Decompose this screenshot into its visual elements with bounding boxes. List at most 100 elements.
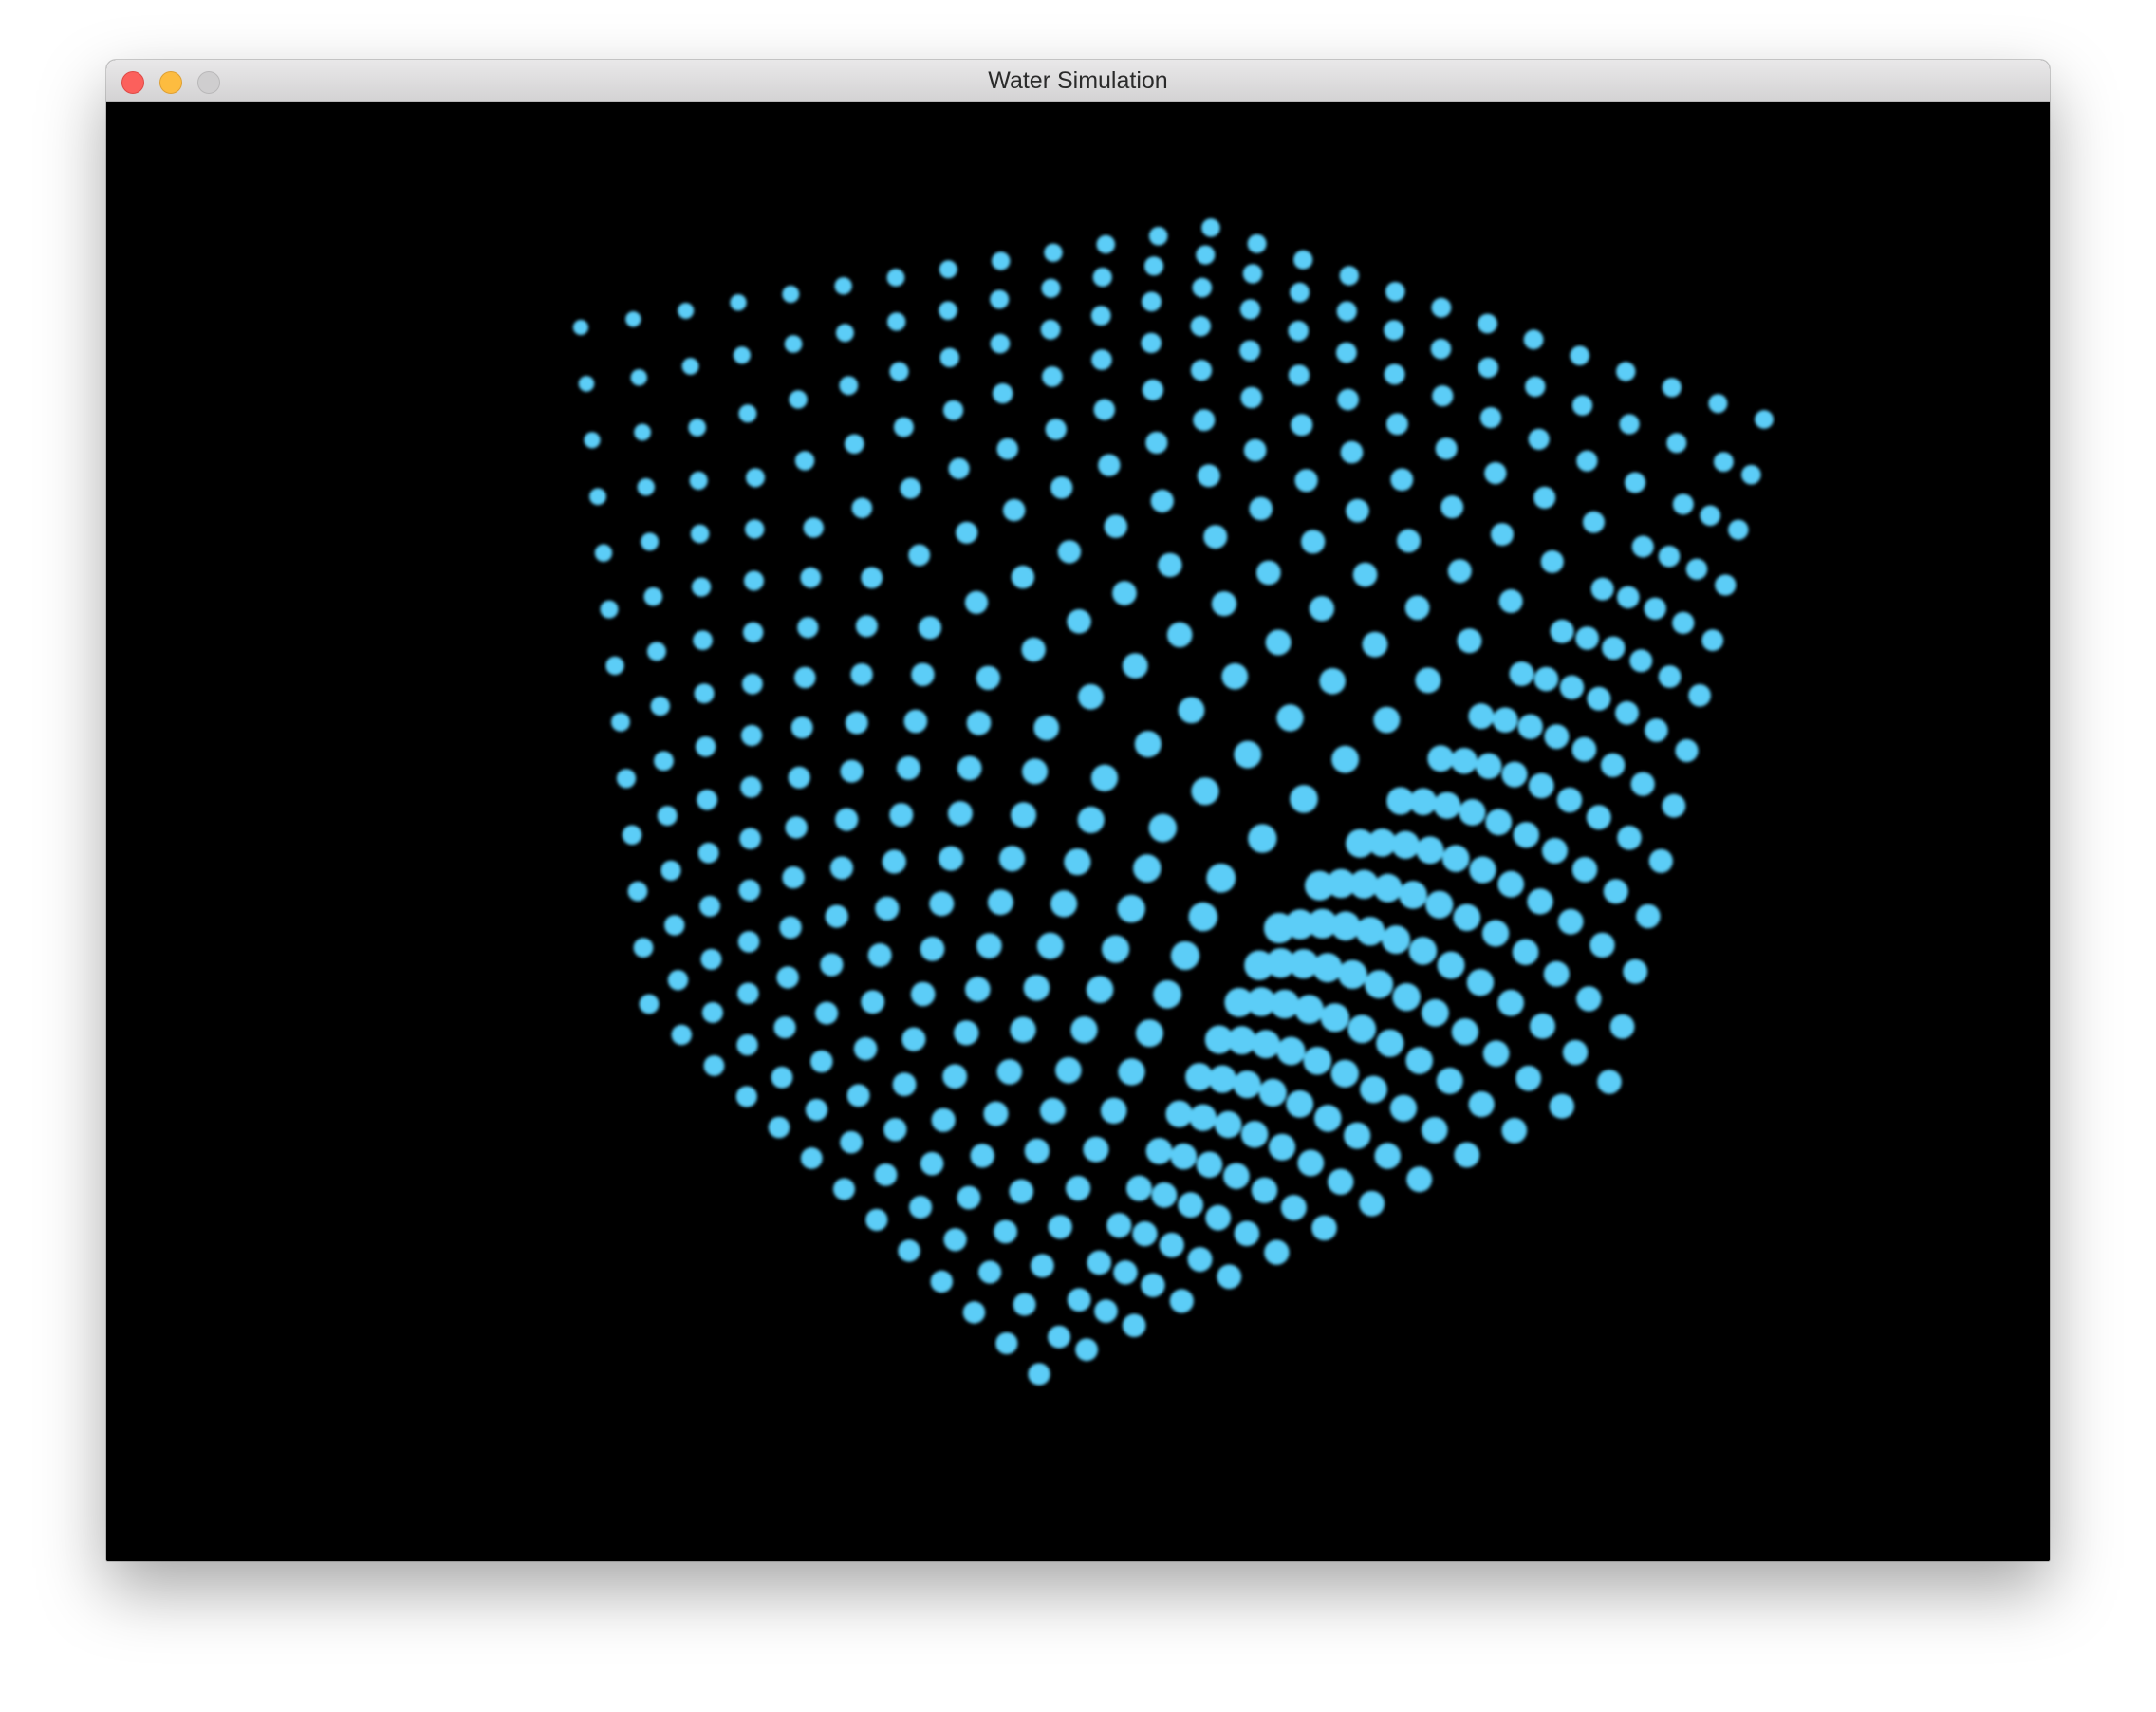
water-particle (1715, 574, 1737, 596)
water-particle (1658, 665, 1682, 688)
water-particle (1355, 917, 1385, 946)
water-particle (1457, 628, 1482, 654)
water-particle (1122, 653, 1148, 679)
water-particle (1294, 469, 1318, 493)
water-particle (875, 896, 900, 921)
water-particle (1384, 363, 1405, 385)
water-particle (1290, 282, 1310, 303)
water-particle (1142, 379, 1163, 400)
water-particle (803, 517, 824, 538)
water-particle (1422, 998, 1449, 1027)
water-particle (1644, 597, 1666, 620)
water-particle (1249, 496, 1273, 521)
water-particle (867, 943, 892, 967)
water-particle (1045, 419, 1067, 440)
water-particle (1497, 989, 1524, 1016)
water-particle (996, 1059, 1023, 1085)
water-particle (1036, 932, 1064, 959)
water-particle (815, 1001, 839, 1025)
water-particle (1196, 245, 1216, 265)
water-particle (943, 1228, 967, 1252)
water-particle (639, 994, 660, 1014)
water-particle (634, 423, 651, 441)
water-particle (994, 1219, 1017, 1244)
water-particle (1559, 675, 1585, 699)
water-particle (990, 289, 1010, 309)
water-particle (1178, 1192, 1204, 1219)
water-particle (1362, 631, 1388, 658)
water-particle (1374, 1143, 1402, 1169)
water-particle (1243, 438, 1267, 462)
water-particle (735, 1086, 757, 1107)
water-particle (1436, 1068, 1463, 1094)
water-particle (1623, 958, 1648, 984)
water-particle (874, 1163, 898, 1186)
water-particle (1675, 738, 1699, 763)
water-particle (694, 683, 715, 704)
water-particle (1501, 761, 1528, 788)
water-particle (1314, 1105, 1342, 1132)
water-particle (785, 816, 808, 839)
water-particle (771, 1066, 793, 1089)
water-particle (689, 471, 708, 491)
water-particle (1196, 1151, 1223, 1179)
water-particle (1178, 697, 1205, 724)
water-particle (1348, 1014, 1377, 1044)
water-particle (939, 347, 959, 367)
water-particle (1205, 1204, 1232, 1231)
water-particle (835, 324, 854, 343)
water-particle (919, 616, 941, 640)
water-particle (1492, 707, 1518, 733)
water-particle (1143, 256, 1164, 276)
water-particle (833, 1178, 855, 1200)
water-particle (1549, 1093, 1574, 1119)
water-particle (1478, 313, 1497, 334)
simulation-viewport[interactable] (106, 102, 2050, 1561)
water-particle (920, 1151, 944, 1176)
water-particle (1441, 845, 1470, 872)
title-bar[interactable]: Water Simulation (106, 60, 2050, 102)
water-particle (964, 590, 989, 614)
water-particle (671, 1024, 692, 1046)
water-particle (1297, 1149, 1325, 1177)
water-particle (1685, 558, 1708, 580)
water-particle (825, 904, 848, 928)
water-particle (1203, 525, 1228, 549)
water-particle (1630, 772, 1655, 796)
water-particle (846, 1084, 870, 1107)
water-particle (1440, 495, 1464, 519)
water-particle (1242, 264, 1263, 284)
water-particle (1290, 785, 1318, 813)
water-particle (1708, 394, 1728, 414)
water-particle (1102, 935, 1130, 963)
water-particle (1252, 1030, 1280, 1059)
water-particle (1586, 805, 1611, 830)
water-particle (1672, 493, 1694, 515)
water-particle (1433, 791, 1461, 819)
water-particle (908, 544, 931, 567)
water-particle (1497, 870, 1525, 898)
water-particle (1435, 437, 1458, 460)
water-particle (1391, 830, 1420, 859)
water-particle (987, 889, 1013, 916)
water-particle (1629, 649, 1653, 673)
water-particle (1517, 714, 1543, 739)
water-particle (742, 673, 763, 695)
water-particle (611, 713, 630, 732)
water-particle (992, 251, 1011, 270)
water-particle (1478, 357, 1498, 379)
water-particle (835, 808, 859, 831)
water-particle (1432, 385, 1454, 407)
app-window: Water Simulation (106, 60, 2050, 1561)
water-particle (1022, 758, 1049, 785)
water-particle (641, 532, 660, 551)
water-particle (978, 1260, 1002, 1284)
water-particle (1431, 297, 1452, 318)
water-particle (1169, 1289, 1194, 1313)
water-particle (929, 891, 955, 917)
water-particle (1276, 1036, 1306, 1066)
water-particle (1346, 498, 1369, 523)
water-particle (1067, 1288, 1091, 1312)
water-particle (1096, 234, 1116, 254)
water-particle (1533, 666, 1559, 692)
